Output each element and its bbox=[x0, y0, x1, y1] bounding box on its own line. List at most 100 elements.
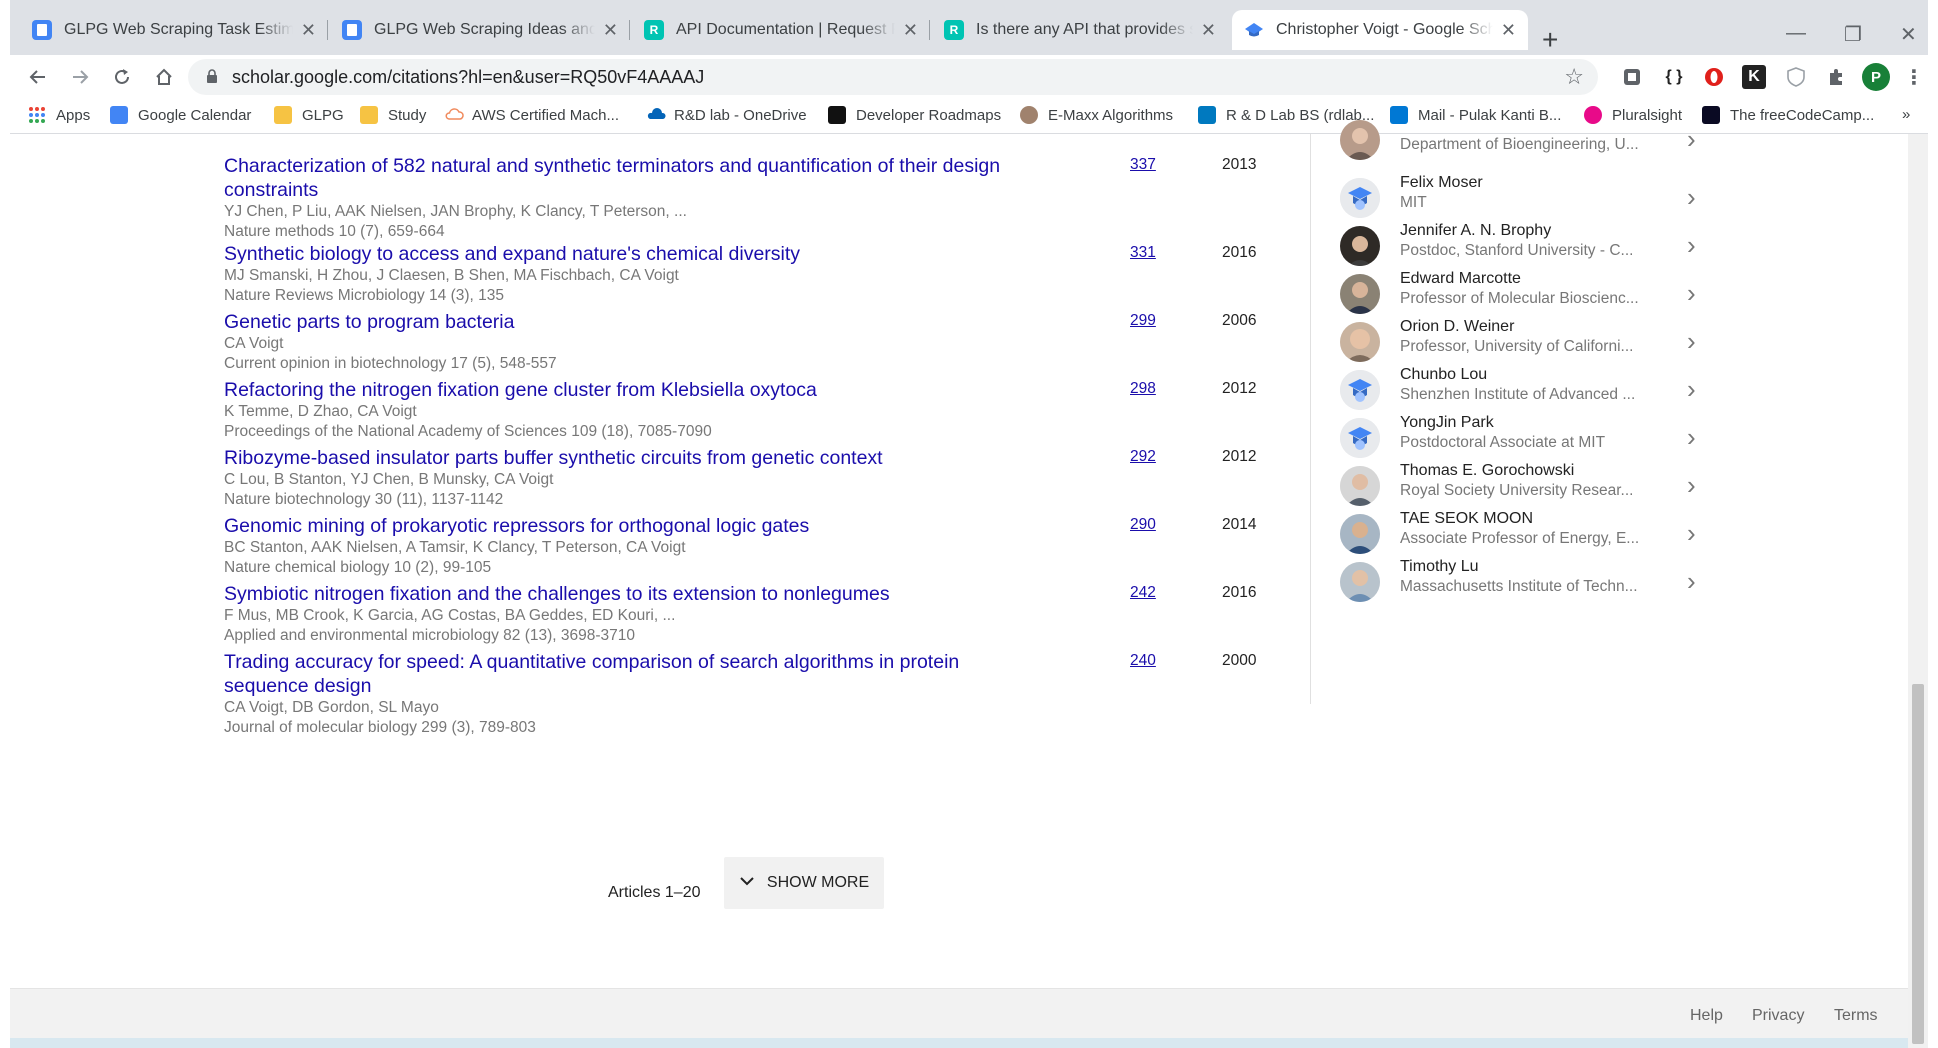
avatar bbox=[1340, 274, 1380, 314]
coauthor-name: Jennifer A. N. Brophy bbox=[1400, 222, 1552, 239]
bookmark-roadmaps[interactable]: Developer Roadmaps bbox=[828, 106, 1001, 124]
article-title-link[interactable]: Refactoring the nitrogen fixation gene c… bbox=[224, 378, 1034, 402]
chevron-right-icon: › bbox=[1687, 124, 1696, 154]
docs-icon bbox=[342, 20, 362, 40]
article-venue: Nature chemical biology 10 (2), 99-105 bbox=[224, 559, 492, 576]
citation-count-link[interactable]: 298 bbox=[1130, 380, 1156, 398]
article-title-link[interactable]: Genetic parts to program bacteria bbox=[224, 310, 1034, 334]
article-row: Synthetic biology to access and expand n… bbox=[224, 242, 1274, 306]
article-authors: CA Voigt bbox=[224, 335, 284, 352]
bookmark-onedrive[interactable]: R&D lab - OneDrive bbox=[646, 106, 807, 124]
citation-count-link[interactable]: 299 bbox=[1130, 312, 1156, 330]
address-bar[interactable]: scholar.google.com/citations?hl=en&user=… bbox=[188, 59, 1598, 95]
chevron-right-icon: › bbox=[1687, 278, 1696, 308]
chevron-right-icon: › bbox=[1687, 374, 1696, 404]
coauthor-name: YongJin Park bbox=[1400, 414, 1494, 431]
article-title-link[interactable]: Trading accuracy for speed: A quantitati… bbox=[224, 650, 1034, 698]
article-year: 2016 bbox=[1222, 244, 1257, 261]
coauthor-affiliation: Department of Bioengineering, U... bbox=[1400, 136, 1639, 153]
apps-grid-icon bbox=[28, 106, 46, 124]
chevron-down-icon bbox=[739, 874, 755, 892]
folder-icon bbox=[274, 106, 292, 124]
article-title-link[interactable]: Genomic mining of prokaryotic repressors… bbox=[224, 514, 1034, 538]
bookmark-glpg[interactable]: GLPG bbox=[274, 106, 344, 124]
close-icon[interactable]: ✕ bbox=[603, 20, 618, 41]
bookmark-google-calendar[interactable]: Google Calendar bbox=[110, 106, 251, 124]
tab-title: GLPG Web Scraping Ideas and P bbox=[374, 21, 595, 38]
window-close-icon[interactable]: ✕ bbox=[1900, 22, 1917, 47]
tab-glpg-ideas[interactable]: GLPG Web Scraping Ideas and P ✕ bbox=[330, 10, 630, 50]
bookmark-apps[interactable]: Apps bbox=[28, 106, 90, 124]
researchgate-icon: R bbox=[644, 20, 664, 40]
avatar bbox=[1340, 226, 1380, 266]
chevron-right-icon: › bbox=[1687, 326, 1696, 356]
coauthor-item[interactable]: Timothy Lu Massachusetts Institute of Te… bbox=[1340, 558, 1730, 614]
show-more-button[interactable]: SHOW MORE bbox=[724, 857, 884, 909]
new-tab-button[interactable]: + bbox=[1542, 24, 1558, 56]
opera-extension-icon[interactable] bbox=[1702, 65, 1726, 89]
citation-count-link[interactable]: 290 bbox=[1130, 516, 1156, 534]
restore-icon[interactable]: ❐ bbox=[1844, 22, 1862, 47]
close-icon[interactable]: ✕ bbox=[301, 20, 316, 41]
taskbar-edge bbox=[10, 1038, 1908, 1048]
article-title-link[interactable]: Symbiotic nitrogen fixation and the chal… bbox=[224, 582, 1034, 606]
footer-help-link[interactable]: Help bbox=[1690, 1007, 1723, 1025]
emaxx-icon bbox=[1020, 106, 1038, 124]
articles-range-label: Articles 1–20 bbox=[608, 884, 701, 901]
article-title-link[interactable]: Ribozyme-based insulator parts buffer sy… bbox=[224, 446, 1034, 470]
citation-count-link[interactable]: 240 bbox=[1130, 652, 1156, 670]
bookmark-star-icon[interactable]: ☆ bbox=[1564, 64, 1584, 90]
more-menu-icon[interactable]: ⋮ bbox=[1902, 65, 1926, 89]
k-extension-icon[interactable]: K bbox=[1742, 65, 1766, 89]
article-authors: CA Voigt, DB Gordon, SL Mayo bbox=[224, 699, 439, 716]
tab-api-docs[interactable]: R API Documentation | Request PD ✕ bbox=[632, 10, 930, 50]
close-icon[interactable]: ✕ bbox=[1201, 20, 1216, 41]
bookmarks-overflow-icon[interactable]: » bbox=[1902, 106, 1910, 123]
article-year: 2014 bbox=[1222, 516, 1257, 533]
forward-icon[interactable] bbox=[64, 61, 96, 93]
citation-count-link[interactable]: 331 bbox=[1130, 244, 1156, 262]
avatar bbox=[1340, 514, 1380, 554]
profile-avatar[interactable]: P bbox=[1862, 63, 1890, 91]
bookmark-aws[interactable]: AWS Certified Mach... bbox=[444, 106, 619, 124]
scrollbar-thumb[interactable] bbox=[1912, 684, 1924, 1044]
page-scrollbar[interactable] bbox=[1908, 134, 1928, 1048]
citation-count-link[interactable]: 292 bbox=[1130, 448, 1156, 466]
home-icon[interactable] bbox=[148, 61, 180, 93]
footer-privacy-link[interactable]: Privacy bbox=[1752, 1007, 1804, 1025]
coauthor-name: Felix Moser bbox=[1400, 174, 1483, 191]
page-footer: Help Privacy Terms bbox=[10, 988, 1918, 1038]
tab-api-question[interactable]: R Is there any API that provides sea ✕ bbox=[932, 10, 1228, 50]
coauthor-affiliation: Massachusetts Institute of Techn... bbox=[1400, 578, 1638, 595]
article-row: Trading accuracy for speed: A quantitati… bbox=[224, 650, 1274, 738]
reload-icon[interactable] bbox=[106, 61, 138, 93]
coauthor-affiliation: Associate Professor of Energy, E... bbox=[1400, 530, 1640, 547]
coauthor-name: TAE SEOK MOON bbox=[1400, 510, 1534, 527]
article-row: Symbiotic nitrogen fixation and the chal… bbox=[224, 582, 1274, 646]
puzzle-icon[interactable] bbox=[1824, 65, 1848, 89]
article-row: Characterization of 582 natural and synt… bbox=[224, 154, 1274, 242]
close-icon[interactable]: ✕ bbox=[1501, 20, 1516, 41]
article-year: 2013 bbox=[1222, 156, 1257, 173]
article-title-link[interactable]: Characterization of 582 natural and synt… bbox=[224, 154, 1034, 202]
minimize-icon[interactable]: — bbox=[1786, 22, 1806, 45]
show-more-label: SHOW MORE bbox=[766, 874, 870, 891]
tab-scholar-active[interactable]: Christopher Voigt - Google Schol ✕ bbox=[1232, 10, 1528, 50]
citation-count-link[interactable]: 337 bbox=[1130, 156, 1156, 174]
close-icon[interactable]: ✕ bbox=[903, 20, 918, 41]
coauthor-item[interactable]: Department of Bioengineering, U... › bbox=[1340, 116, 1730, 172]
extension-square-icon[interactable] bbox=[1620, 65, 1644, 89]
article-year: 2012 bbox=[1222, 380, 1257, 397]
shield-icon[interactable] bbox=[1784, 65, 1808, 89]
back-icon[interactable] bbox=[22, 61, 54, 93]
citation-count-link[interactable]: 242 bbox=[1130, 584, 1156, 602]
bookmark-study[interactable]: Study bbox=[360, 106, 426, 124]
footer-terms-link[interactable]: Terms bbox=[1834, 1007, 1878, 1025]
article-row: Refactoring the nitrogen fixation gene c… bbox=[224, 378, 1274, 442]
tab-glpg-estimate[interactable]: GLPG Web Scraping Task Estimat ✕ bbox=[20, 10, 328, 50]
avatar bbox=[1340, 322, 1380, 362]
article-title-link[interactable]: Synthetic biology to access and expand n… bbox=[224, 242, 1034, 266]
bookmark-emaxx[interactable]: E-Maxx Algorithms bbox=[1020, 106, 1173, 124]
braces-extension-icon[interactable]: { } bbox=[1662, 65, 1686, 89]
tab-title: GLPG Web Scraping Task Estimat bbox=[64, 21, 293, 38]
